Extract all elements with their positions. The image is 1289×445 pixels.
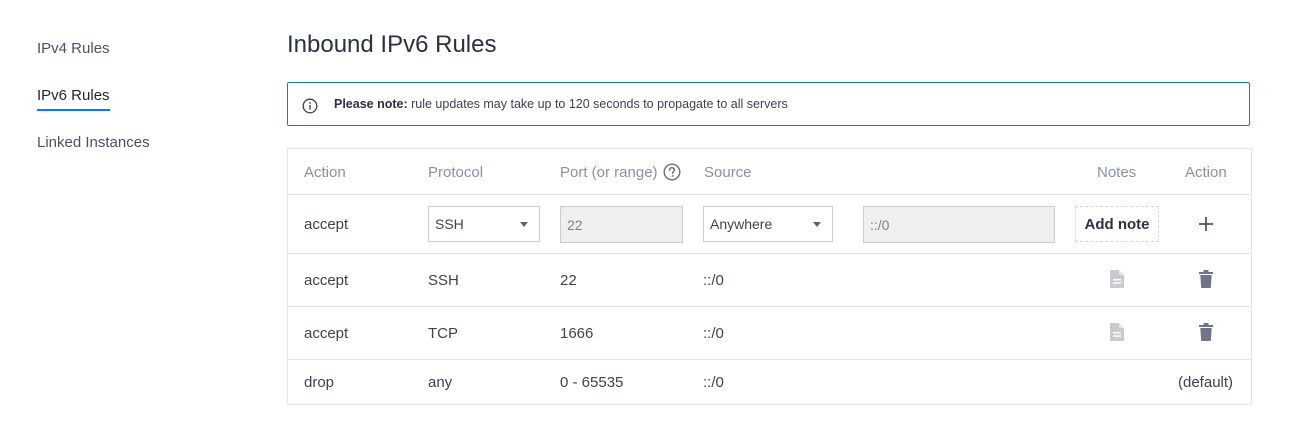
source-select-value: Anywhere (710, 216, 773, 232)
row-port: 22 (560, 272, 577, 289)
page-title: Inbound IPv6 Rules (287, 31, 497, 58)
add-note-button[interactable]: Add note (1075, 206, 1159, 242)
document-icon[interactable] (1109, 322, 1125, 342)
plus-icon[interactable] (1198, 216, 1214, 232)
table-row: accept SSH 22 ::/0 (288, 254, 1251, 307)
port-input-value: 22 (567, 217, 583, 233)
row-action: accept (304, 272, 349, 289)
notice-bold: Please note: (334, 97, 408, 111)
table-header: Action Protocol Port (or range) Source N… (288, 149, 1251, 195)
header-action-2: Action (1185, 164, 1227, 181)
row-action: accept (304, 325, 349, 342)
port-input[interactable]: 22 (560, 206, 683, 243)
row-source: ::/0 (703, 272, 724, 289)
chevron-down-icon (520, 222, 528, 227)
header-notes: Notes (1097, 164, 1137, 181)
sidebar-item-ipv4-rules[interactable]: IPv4 Rules (37, 40, 110, 57)
document-icon[interactable] (1109, 269, 1125, 289)
header-protocol: Protocol (428, 164, 484, 181)
default-action: drop (304, 374, 335, 391)
source-address-value: ::/0 (870, 217, 890, 233)
header-port: Port (or range) (560, 163, 681, 181)
notice-message: rule updates may take up to 120 seconds … (407, 97, 788, 111)
rules-table: Action Protocol Port (or range) Source N… (287, 148, 1252, 405)
trash-icon[interactable] (1199, 270, 1213, 288)
header-port-label: Port (or range) (560, 164, 658, 181)
notice-banner: Please note: rule updates may take up to… (287, 82, 1250, 126)
help-icon[interactable] (663, 163, 681, 181)
new-rule-action: accept (304, 216, 349, 233)
row-protocol: SSH (428, 272, 459, 289)
protocol-select[interactable]: SSH (428, 206, 540, 242)
sidebar-item-ipv6-rules[interactable]: IPv6 Rules (37, 87, 110, 111)
table-row: accept TCP 1666 ::/0 (288, 307, 1251, 360)
default-source: ::/0 (703, 374, 724, 391)
row-port: 1666 (560, 325, 594, 342)
header-source: Source (704, 164, 752, 181)
row-protocol: TCP (428, 325, 458, 342)
notice-text: Please note: rule updates may take up to… (334, 97, 788, 111)
new-rule-row: accept SSH 22 Anywhere ::/0 Add note (288, 195, 1251, 254)
source-address-input[interactable]: ::/0 (863, 206, 1055, 243)
protocol-select-value: SSH (435, 216, 464, 232)
header-action: Action (304, 164, 346, 181)
default-port: 0 - 65535 (560, 374, 624, 391)
sidebar-item-linked-instances[interactable]: Linked Instances (37, 134, 150, 151)
row-source: ::/0 (703, 325, 724, 342)
default-protocol: any (428, 374, 453, 391)
default-label: (default) (1178, 374, 1234, 391)
default-row: drop any 0 - 65535 ::/0 (default) (288, 360, 1251, 404)
source-select[interactable]: Anywhere (703, 206, 833, 242)
info-icon (302, 98, 318, 114)
trash-icon[interactable] (1199, 323, 1213, 341)
chevron-down-icon (813, 222, 821, 227)
